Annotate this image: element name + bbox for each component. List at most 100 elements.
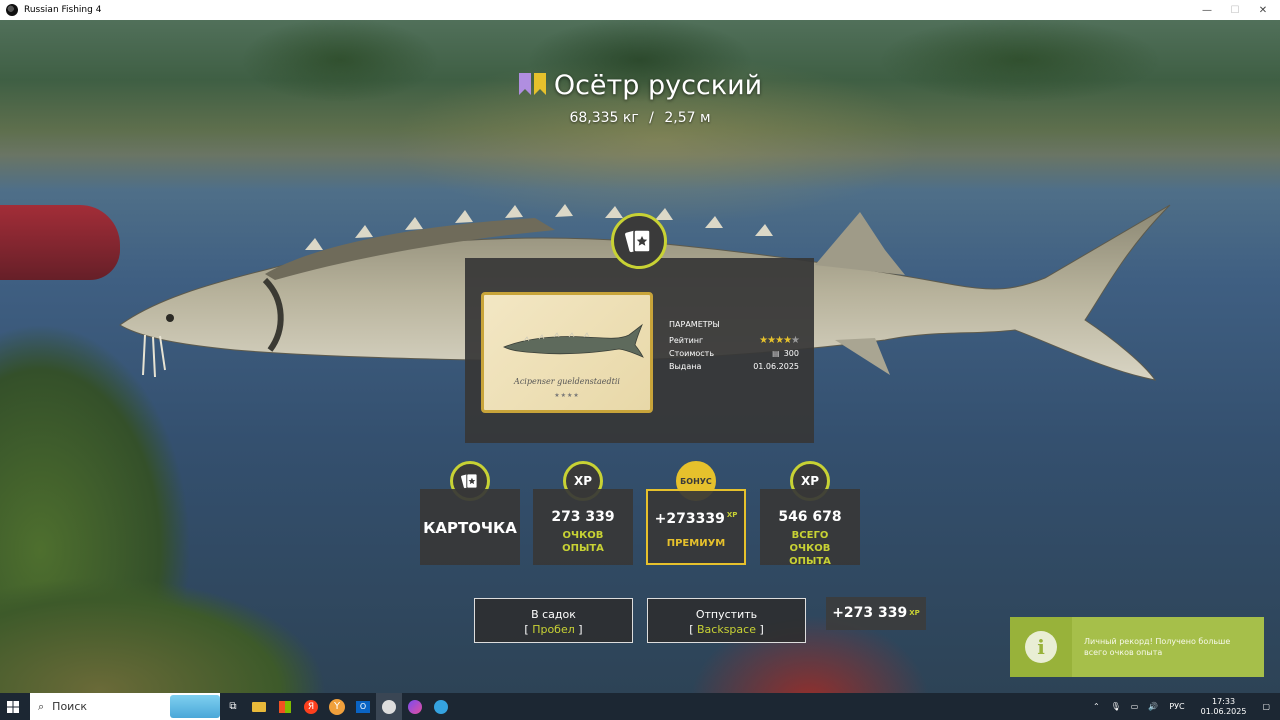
taskbar: ⌕ Поиск ⧉ Я Y O ⌃ 🎙 ▭ 🔊 РУС 17:33 01.06.… — [0, 693, 1280, 720]
total-label: ВСЕГО ОЧКОВ ОПЫТА — [789, 530, 831, 567]
release-label: Отпустить — [695, 608, 758, 621]
telegram-icon — [434, 699, 448, 714]
param-issued: Выдана 01.06.2025 — [669, 360, 799, 373]
store-icon — [279, 700, 291, 713]
network-icon[interactable]: ▭ — [1131, 702, 1139, 711]
param-cost: Стоимость ▤ 300 — [669, 347, 799, 360]
cost-value: 300 — [783, 349, 799, 358]
system-tray: ⌃ 🎙 ▭ 🔊 РУС 17:33 01.06.2025 ▢ — [1087, 693, 1280, 720]
window-title: Russian Fishing 4 — [24, 5, 102, 15]
release-key: Backspace — [697, 623, 756, 636]
premium-points-wrap: +273339 XP — [648, 511, 744, 527]
xp-gain: +273 339 — [832, 605, 908, 621]
fish-name: Осётр русский — [553, 70, 763, 101]
rating-star-filled: ★ — [759, 335, 768, 346]
rating-label: Рейтинг — [669, 336, 704, 345]
issued-label: Выдана — [669, 362, 702, 371]
trophy-badge-icon — [518, 71, 548, 102]
notifications-icon[interactable]: ▢ — [1262, 702, 1270, 711]
total-xp-badge-label: XP — [800, 474, 820, 488]
cost-label: Стоимость — [669, 349, 715, 358]
measurement-separator: / — [649, 110, 654, 126]
cards-small-icon — [461, 473, 478, 489]
card-reward-tile: КАРТОЧКА — [420, 489, 520, 565]
cards-icon — [625, 229, 651, 253]
clock-date: 01.06.2025 — [1200, 706, 1247, 716]
outlook-icon: O — [356, 700, 370, 713]
rating-star-filled: ★ — [783, 335, 792, 346]
search-placeholder: Поиск — [52, 700, 88, 713]
task-view-button[interactable]: ⧉ — [220, 693, 246, 720]
card-stars-caption: ★★★★ — [554, 392, 580, 399]
yandex-button[interactable]: Я — [298, 693, 324, 720]
issued-value: 01.06.2025 — [753, 362, 799, 371]
volume-icon[interactable]: 🔊 — [1148, 702, 1158, 711]
game-icon — [382, 699, 396, 714]
toast-message: Личный рекорд! Получено больше всего очк… — [1072, 617, 1264, 677]
card-reward-label: КАРТОЧКА — [423, 519, 517, 537]
fish-measurements: 68,335 кг / 2,57 м — [0, 110, 1280, 126]
total-points: 546 678 — [778, 509, 842, 525]
coin-icon: ▤ — [772, 349, 780, 358]
folder-icon — [252, 701, 266, 712]
boat — [0, 205, 120, 280]
outlook-button[interactable]: O — [350, 693, 376, 720]
telegram-button[interactable] — [428, 693, 454, 720]
xp-gain-sup: XP — [909, 609, 920, 617]
card-latin-name: Acipenser gueldenstaedtii — [514, 377, 620, 386]
fish-length: 2,57 м — [664, 110, 711, 126]
keep-key-hint: [ Пробел ] — [475, 623, 632, 636]
experience-points: 273 339 — [551, 509, 615, 525]
yandex-icon: Я — [304, 699, 318, 714]
record-notification[interactable]: i Личный рекорд! Получено больше всего о… — [1010, 617, 1264, 677]
task-view-icon: ⧉ — [229, 701, 237, 712]
bonus-badge-label: БОНУС — [680, 476, 712, 486]
windows-icon — [7, 700, 19, 713]
rating-star-empty: ★ — [791, 335, 800, 346]
search-icon: ⌕ — [38, 699, 45, 713]
release-key-open: [ — [689, 623, 694, 636]
language-indicator[interactable]: РУС — [1169, 702, 1184, 711]
store-button[interactable] — [272, 693, 298, 720]
keep-key-close: ] — [578, 623, 583, 636]
russian-fishing-taskbar-button[interactable] — [376, 693, 402, 720]
toast-icon-wrap: i — [1010, 617, 1072, 677]
tray-chevron-icon[interactable]: ⌃ — [1093, 702, 1100, 711]
rating-star-filled: ★ — [767, 335, 776, 346]
keep-fish-button[interactable]: В садок [ Пробел ] — [474, 598, 633, 643]
premium-points: +273339 — [654, 511, 725, 527]
taskbar-search[interactable]: ⌕ Поиск — [30, 693, 220, 720]
microphone-icon[interactable]: 🎙 — [1111, 702, 1121, 711]
fish-title: Осётр русский — [0, 70, 1280, 102]
file-explorer-button[interactable] — [246, 693, 272, 720]
release-key-hint: [ Backspace ] — [648, 623, 805, 636]
windows-start-button[interactable] — [0, 693, 26, 720]
window-titlebar: Russian Fishing 4 — ☐ ✕ — [0, 0, 1280, 20]
fish-card-image[interactable]: Acipenser gueldenstaedtii ★★★★ — [481, 292, 653, 413]
cost-value-wrap: ▤ 300 — [772, 349, 799, 358]
yandex-browser-button[interactable]: Y — [324, 693, 350, 720]
experience-tile: 273 339 ОЧКОВ ОПЫТА — [533, 489, 633, 565]
app-icon — [6, 4, 18, 16]
yandex-browser-icon: Y — [329, 698, 345, 715]
rating-star-filled: ★ — [775, 335, 784, 346]
premium-xp-sup: XP — [726, 511, 738, 519]
clock-time: 17:33 — [1212, 696, 1236, 706]
info-icon: i — [1025, 631, 1057, 663]
release-fish-button[interactable]: Отпустить [ Backspace ] — [647, 598, 806, 643]
sturgeon-card-drawing — [503, 323, 644, 358]
params-title: ПАРАМЕТРЫ — [669, 320, 720, 329]
close-button[interactable]: ✕ — [1246, 0, 1280, 20]
xp-gain-box: +273 339 XP — [826, 597, 926, 630]
messenger-button[interactable] — [402, 693, 428, 720]
rating-stars: ★★★★★ — [759, 335, 800, 346]
premium-label: ПРЕМИУМ — [666, 538, 726, 549]
search-highlight-image — [170, 695, 220, 718]
param-rating: Рейтинг ★★★★★ — [669, 334, 800, 347]
experience-label: ОЧКОВ ОПЫТА — [562, 530, 604, 554]
messenger-icon — [408, 699, 422, 714]
premium-tile: +273339 XP ПРЕМИУМ — [646, 489, 746, 565]
keep-label: В садок — [531, 608, 576, 621]
total-experience-tile: 546 678 ВСЕГО ОЧКОВ ОПЫТА — [760, 489, 860, 567]
clock[interactable]: 17:33 01.06.2025 — [1201, 697, 1247, 717]
